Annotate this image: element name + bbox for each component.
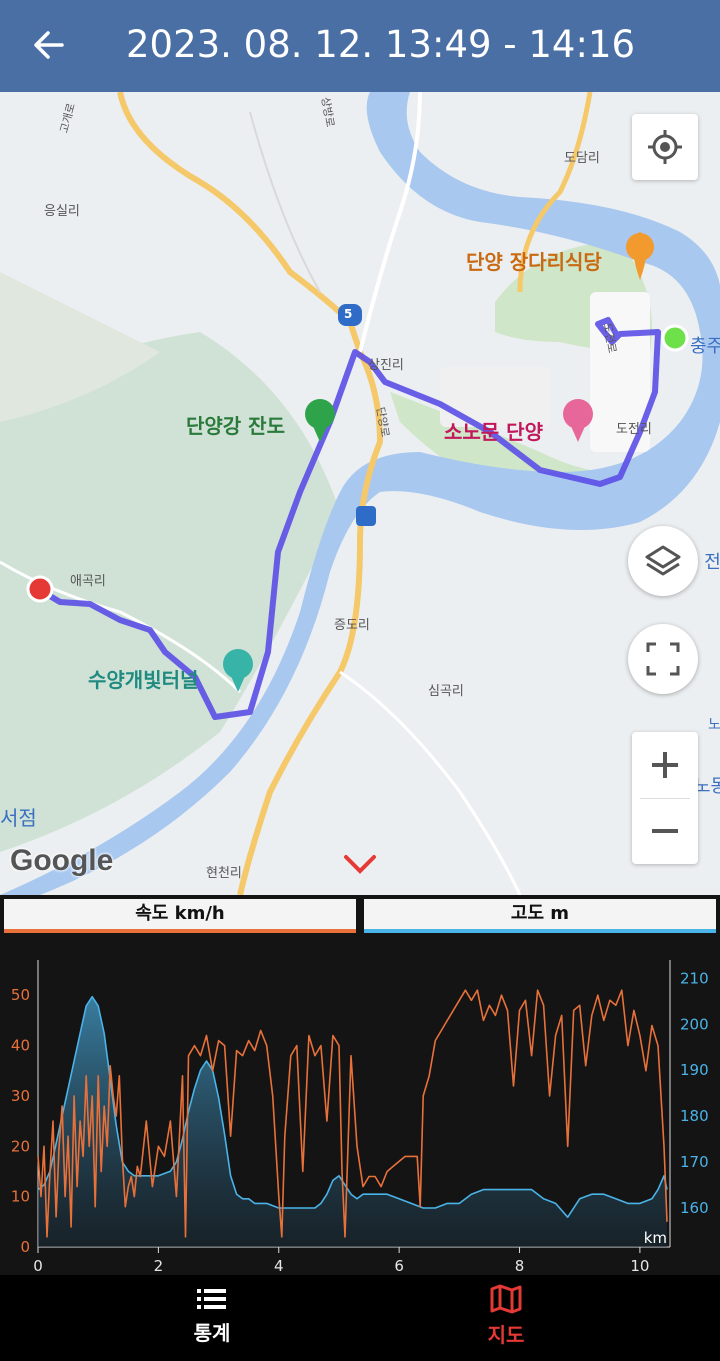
poi-seojeom[interactable]: 서점: [0, 802, 37, 831]
poi-sonomun[interactable]: 소노문 단양: [444, 416, 543, 445]
y-left-tick-label: 30: [11, 1087, 30, 1105]
altitude-indicator: [364, 929, 716, 933]
poi-suyang[interactable]: 수양개빛터널: [88, 664, 198, 693]
route-map[interactable]: 도담리 응실리 상진리 도전리 애곡리 증도리 심곡리 현천리 도전로 단양로 …: [0, 92, 720, 895]
x-tick-label: 6: [394, 1257, 404, 1275]
y-left-tick-label: 40: [11, 1037, 30, 1055]
y-left-tick-label: 0: [20, 1238, 30, 1256]
map-label: 심곡리: [428, 684, 464, 699]
x-tick-label: 8: [515, 1257, 525, 1275]
poi-dangyanggang[interactable]: 단양강 잔도: [186, 410, 285, 439]
attraction-pin: [563, 399, 593, 442]
map-label: 상진리: [368, 358, 404, 373]
nav-map-label: 지도: [487, 1323, 525, 1347]
y-left-tick-label: 10: [11, 1188, 30, 1206]
x-tick-label: 2: [154, 1257, 164, 1275]
map-label: 충주호: [690, 336, 720, 357]
route-number: 5: [344, 307, 353, 321]
y-right-tick-label: 180: [680, 1107, 709, 1125]
crosshair-icon: [648, 130, 682, 164]
map-label: 애곡리: [70, 574, 106, 589]
map-label: 증도리: [334, 618, 370, 633]
y-right-tick-label: 160: [680, 1199, 709, 1217]
chart-legend-tabs: 속도 km/h 고도 m: [0, 895, 720, 940]
map-label: 응실리: [44, 204, 80, 219]
map-label: 도전리: [616, 422, 652, 437]
fullscreen-button[interactable]: [628, 624, 698, 694]
fullscreen-icon: [646, 642, 680, 676]
poi-restaurant[interactable]: 단양 장다리식당: [466, 246, 602, 275]
my-location-button[interactable]: [632, 114, 698, 180]
minus-icon: [652, 829, 678, 833]
hiking-pin: [305, 399, 335, 442]
x-axis-unit: km: [644, 1229, 667, 1247]
y-right-tick-label: 200: [680, 1015, 709, 1033]
google-logo: Google: [10, 844, 114, 877]
tab-altitude-label: 고도 m: [510, 903, 570, 924]
speed-indicator: [4, 929, 356, 933]
map-label: 도담리: [564, 151, 600, 166]
y-left-tick-label: 50: [11, 986, 30, 1004]
nav-map[interactable]: 지도: [426, 1283, 586, 1348]
speed-altitude-chart[interactable]: 0 2 4 6 8 10 km 0 10 20 30 40 50 160 170 180 190 200 210: [0, 940, 720, 1275]
start-marker: [661, 324, 689, 352]
back-button[interactable]: [20, 20, 76, 72]
tab-speed[interactable]: 속도 km/h: [4, 899, 356, 933]
zoom-in-button[interactable]: [632, 732, 698, 798]
zoom-out-button[interactable]: [632, 798, 698, 864]
layers-button[interactable]: [628, 526, 698, 596]
map-label: 현천리: [206, 866, 242, 881]
nav-stats-label: 통계: [193, 1321, 231, 1345]
end-marker: [26, 575, 54, 603]
page-title: 2023. 08. 12. 13:49 - 14:16: [126, 23, 636, 66]
x-tick-label: 10: [630, 1257, 649, 1275]
y-right-tick-label: 210: [680, 969, 709, 987]
tab-speed-label: 속도 km/h: [135, 903, 225, 924]
zoom-controls: [632, 732, 698, 864]
map-label: 노: [708, 717, 720, 733]
top-app-bar: 2023. 08. 12. 13:49 - 14:16: [0, 0, 720, 92]
chevron-down-icon: [344, 855, 376, 874]
bottom-navigation: 통계 지도: [0, 1275, 720, 1361]
arrow-back-icon: [34, 31, 64, 59]
train-station-icon: [356, 506, 376, 526]
y-right-tick-label: 190: [680, 1061, 709, 1079]
layers-icon: [645, 545, 681, 576]
y-left-tick-label: 20: [11, 1137, 30, 1155]
x-tick-label: 4: [274, 1257, 284, 1275]
list-icon: [197, 1289, 226, 1309]
plus-icon: [652, 752, 678, 778]
tab-altitude[interactable]: 고도 m: [364, 899, 716, 933]
nav-stats[interactable]: 통계: [132, 1283, 292, 1346]
x-tick-label: 0: [33, 1257, 43, 1275]
map-icon: [490, 1284, 522, 1314]
y-right-tick-label: 170: [680, 1153, 709, 1171]
